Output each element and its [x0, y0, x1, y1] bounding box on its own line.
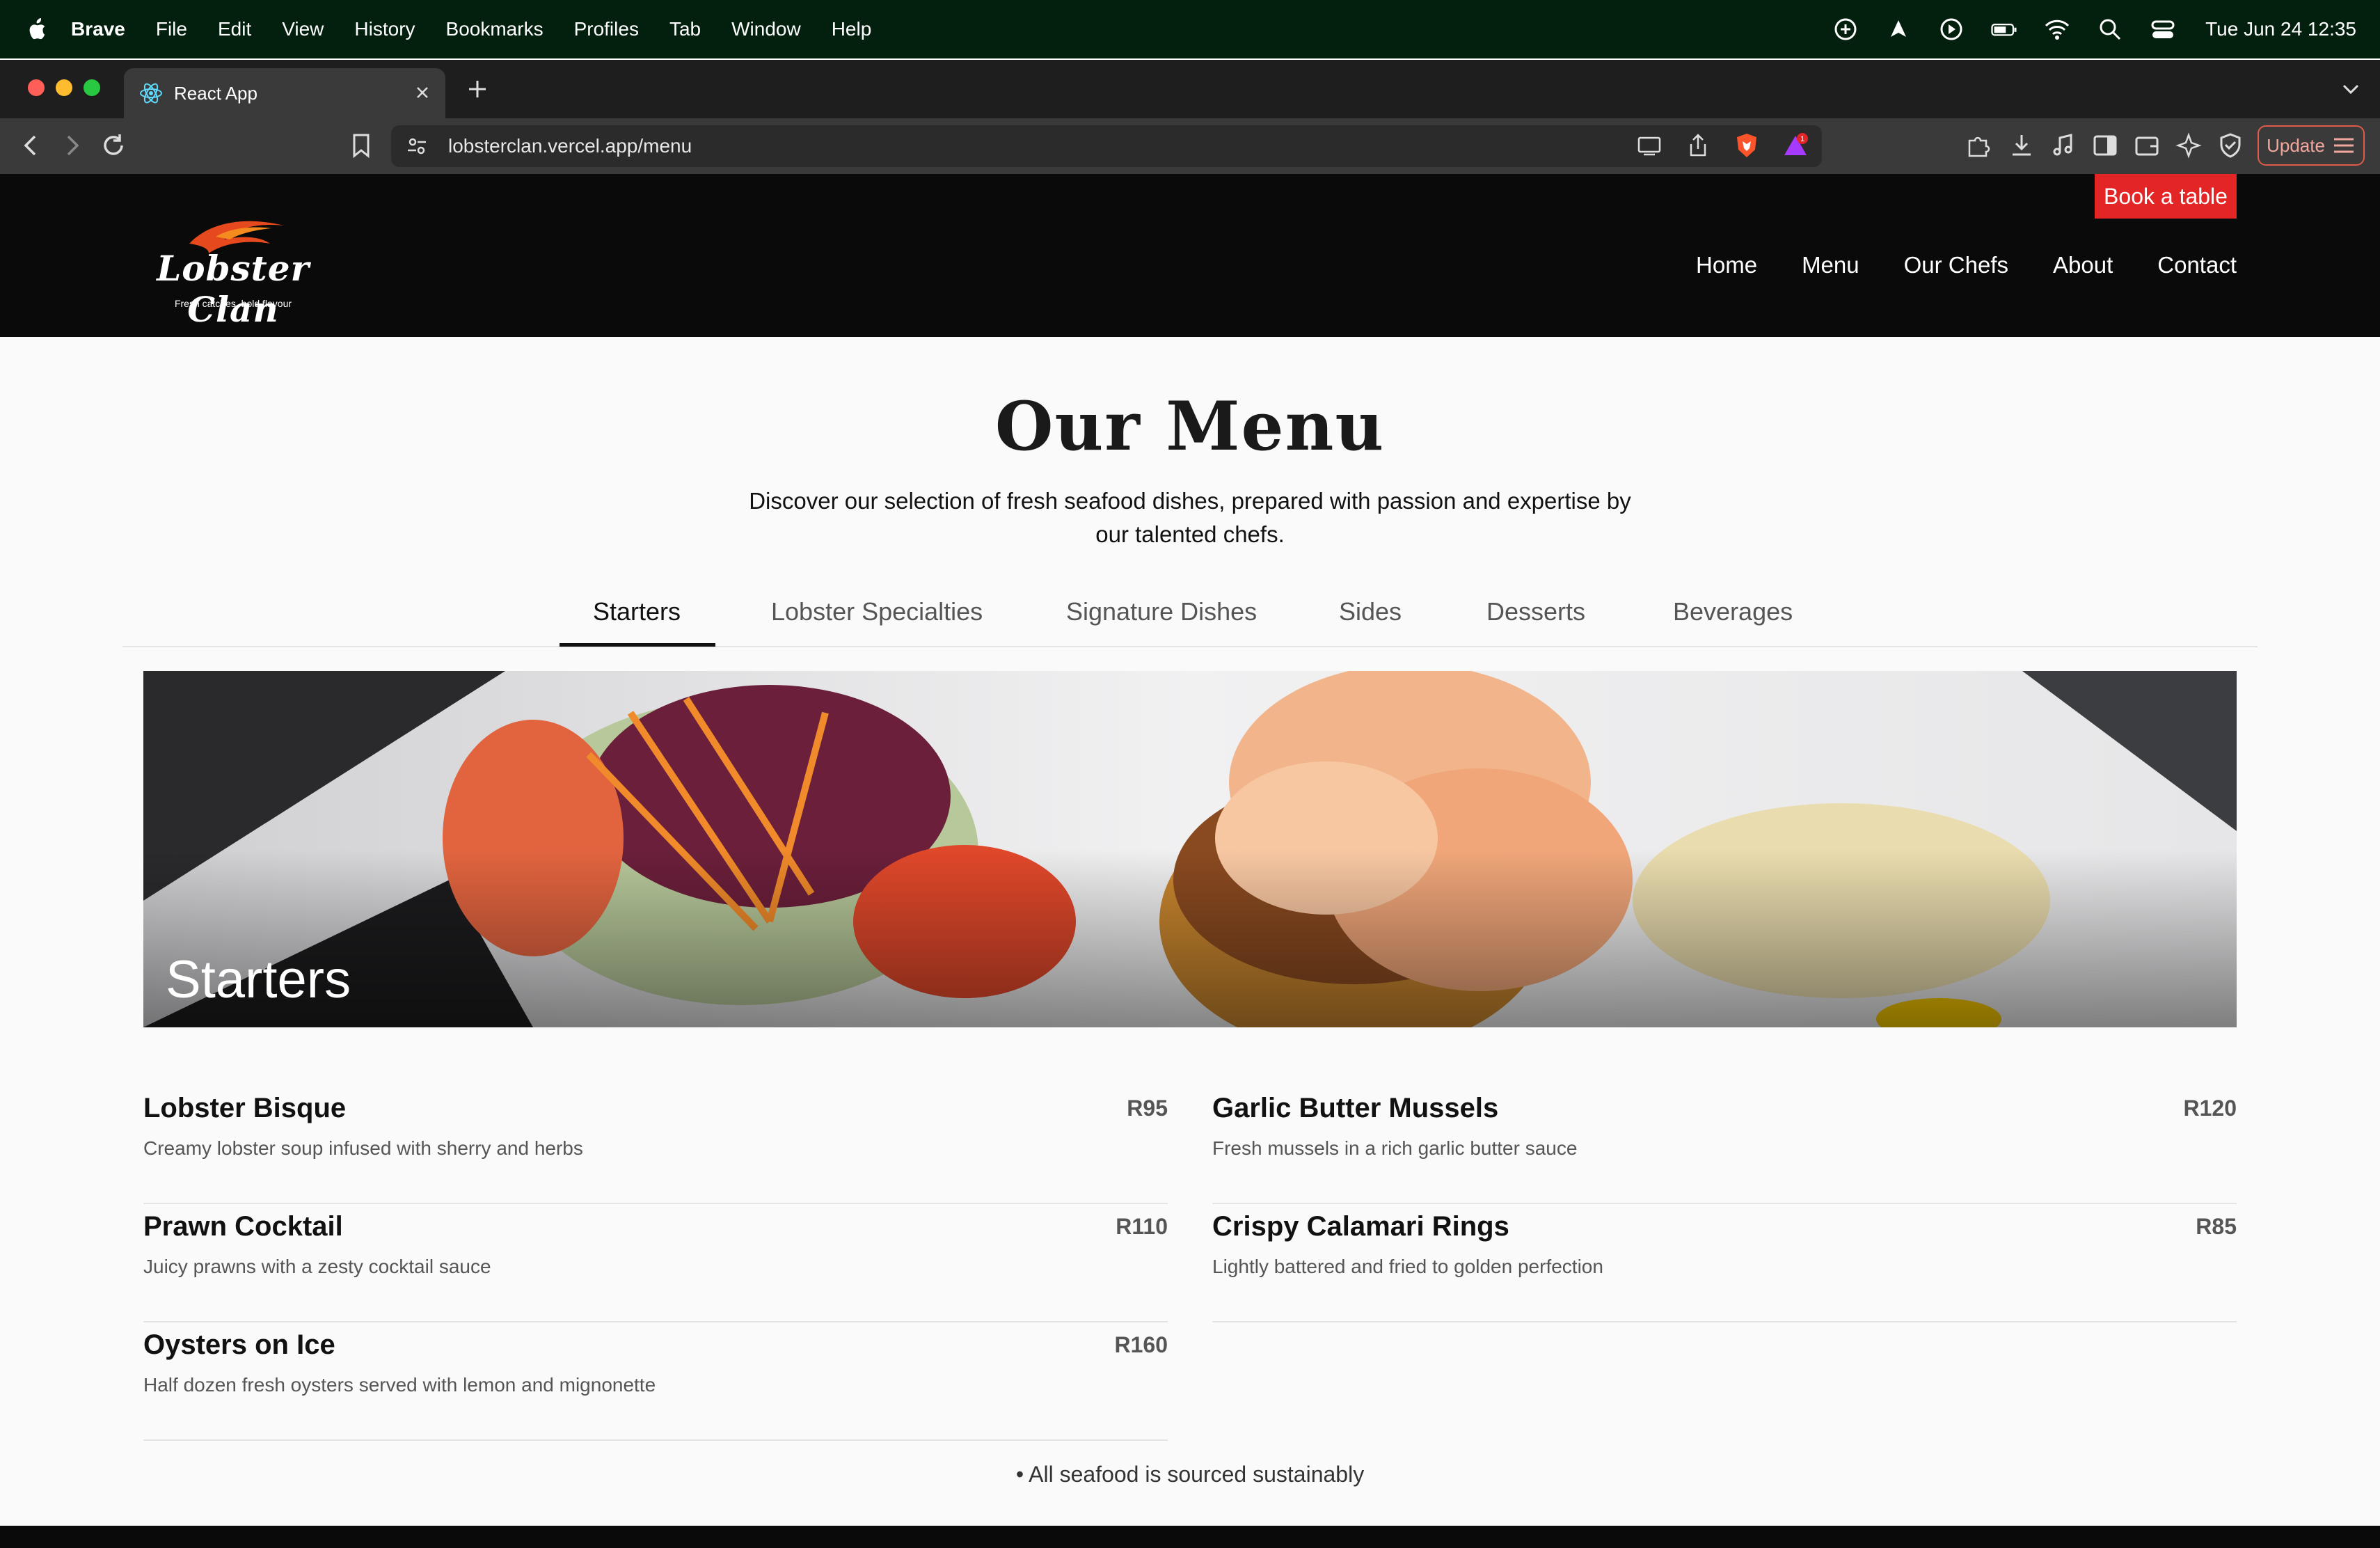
menu-item-price: R120: [2183, 1096, 2237, 1121]
back-arrow-icon[interactable]: [17, 131, 46, 160]
brave-shield-icon[interactable]: [1733, 132, 1761, 159]
bookmark-icon[interactable]: [347, 131, 376, 160]
menu-item-description: Juicy prawns with a zesty cocktail sauce: [143, 1256, 491, 1277]
share-icon[interactable]: [1684, 132, 1712, 159]
sidebar-toggle-icon[interactable]: [2091, 131, 2120, 160]
nav-our-chefs[interactable]: Our Chefs: [1904, 252, 2008, 278]
page-title: Our Menu: [994, 387, 1386, 466]
wifi-icon[interactable]: [2044, 16, 2070, 42]
book-a-table-button[interactable]: Book a table: [2095, 174, 2237, 219]
tab-sides[interactable]: Sides: [1339, 597, 1402, 626]
menu-item[interactable]: Lobster Bisque R95 Creamy lobster soup i…: [143, 1086, 1168, 1204]
active-tab-indicator: [560, 643, 715, 647]
battery-icon[interactable]: [1991, 16, 2017, 42]
main-nav: Home Menu Our Chefs About Contact: [1696, 252, 2237, 278]
new-tab-plus-icon[interactable]: [465, 77, 490, 102]
site-logo[interactable]: Lobster Clan Fresh catches, bold flavour: [139, 216, 327, 330]
menu-tab[interactable]: Tab: [669, 18, 701, 40]
menu-item-name: Oysters on Ice: [143, 1329, 335, 1360]
tab-signature-dishes[interactable]: Signature Dishes: [1066, 597, 1257, 626]
menu-item-name: Crispy Calamari Rings: [1212, 1211, 1509, 1242]
extensions-puzzle-icon[interactable]: [1964, 131, 1993, 160]
tab-close-icon[interactable]: [412, 82, 433, 103]
menubar-clock[interactable]: Tue Jun 24 12:35: [2205, 18, 2356, 40]
tab-list-chevron-icon[interactable]: [2340, 78, 2362, 100]
menu-item-description: Creamy lobster soup infused with sherry …: [143, 1137, 583, 1159]
update-label: Update: [2267, 134, 2325, 156]
menu-category-tabs: Starters Lobster Specialties Signature D…: [122, 590, 2258, 647]
window-close-button[interactable]: [28, 79, 45, 96]
wallet-icon[interactable]: [2132, 131, 2161, 160]
browser-toolbar: lobsterclan.vercel.app/menu 1 Update: [0, 118, 2380, 174]
nav-menu[interactable]: Menu: [1802, 252, 1859, 278]
browser-tab-active[interactable]: React App: [124, 68, 445, 118]
menu-profiles[interactable]: Profiles: [574, 18, 639, 40]
menu-item-price: R110: [1116, 1214, 1168, 1239]
update-button[interactable]: Update: [2258, 125, 2365, 166]
footer-edge: [0, 1526, 2380, 1548]
menu-edit[interactable]: Edit: [218, 18, 251, 40]
menu-brave[interactable]: Brave: [71, 18, 125, 40]
menu-item-price: R160: [1114, 1332, 1168, 1357]
menu-history[interactable]: History: [354, 18, 415, 40]
rewards-badge-count: 1: [1800, 135, 1804, 143]
tab-desserts[interactable]: Desserts: [1486, 597, 1585, 626]
menu-view[interactable]: View: [282, 18, 324, 40]
forward-arrow-icon[interactable]: [57, 131, 86, 160]
reload-icon[interactable]: [99, 131, 128, 160]
nav-contact[interactable]: Contact: [2157, 252, 2237, 278]
play-circle-icon[interactable]: [1938, 16, 1965, 42]
menu-item[interactable]: Prawn Cocktail R110 Juicy prawns with a …: [143, 1204, 1168, 1322]
logo-tagline: Fresh catches, bold flavour: [174, 298, 292, 309]
address-bar[interactable]: lobsterclan.vercel.app/menu 1: [391, 125, 1822, 167]
menu-file[interactable]: File: [156, 18, 187, 40]
window-minimize-button[interactable]: [56, 79, 72, 96]
tab-lobster-specialties[interactable]: Lobster Specialties: [771, 597, 983, 626]
menu-item-description: Fresh mussels in a rich garlic butter sa…: [1212, 1137, 1578, 1159]
browser-tab-strip: React App: [0, 60, 2380, 118]
shrimp-dish-illustration: [143, 671, 2237, 1027]
react-icon: [140, 83, 162, 104]
menu-item-name: Prawn Cocktail: [143, 1211, 343, 1242]
menu-item[interactable]: Crispy Calamari Rings R85 Lightly batter…: [1212, 1204, 2237, 1322]
leo-ai-sparkle-icon[interactable]: [2174, 131, 2203, 160]
menu-intro-text: Discover our selection of fresh seafood …: [749, 488, 1631, 547]
menu-help[interactable]: Help: [832, 18, 872, 40]
game-controller-icon[interactable]: [1832, 16, 1859, 42]
tab-starters[interactable]: Starters: [593, 597, 681, 626]
menu-item[interactable]: Oysters on Ice R160 Half dozen fresh oys…: [143, 1322, 1168, 1441]
sustainability-note: • All seafood is sourced sustainably: [1015, 1462, 1365, 1487]
tab-beverages[interactable]: Beverages: [1673, 597, 1793, 626]
cast-icon[interactable]: [1635, 132, 1663, 159]
media-music-icon[interactable]: [2049, 131, 2078, 160]
menu-item-description: Lightly battered and fried to golden per…: [1212, 1256, 1603, 1277]
control-center-icon[interactable]: [2150, 16, 2176, 42]
status-app-icon[interactable]: [1885, 16, 1912, 42]
menu-item-name: Garlic Butter Mussels: [1212, 1093, 1499, 1123]
logo-text: Lobster Clan: [157, 248, 310, 330]
download-icon[interactable]: [2007, 131, 2036, 160]
nav-home[interactable]: Home: [1696, 252, 1757, 278]
apple-icon[interactable]: [26, 17, 47, 41]
brave-rewards-icon[interactable]: 1: [1782, 132, 1809, 159]
nav-about[interactable]: About: [2053, 252, 2113, 278]
menu-window[interactable]: Window: [731, 18, 801, 40]
macos-menu-bar: Brave File Edit View History Bookmarks P…: [0, 0, 2380, 58]
site-settings-icon[interactable]: [405, 134, 429, 158]
menu-item-name: Lobster Bisque: [143, 1093, 347, 1123]
hamburger-menu-icon: [2333, 138, 2354, 153]
vpn-shield-icon[interactable]: [2216, 131, 2245, 160]
site-header: Lobster Clan Fresh catches, bold flavour…: [0, 174, 2380, 337]
tab-title: React App: [174, 82, 257, 104]
menu-item-description: Half dozen fresh oysters served with lem…: [143, 1374, 656, 1396]
menu-item-price: R95: [1127, 1096, 1168, 1121]
menu-bookmarks[interactable]: Bookmarks: [446, 18, 544, 40]
window-zoom-button[interactable]: [84, 79, 100, 96]
search-icon[interactable]: [2097, 16, 2123, 42]
url-text[interactable]: lobsterclan.vercel.app/menu: [448, 135, 692, 157]
category-hero-image: Starters: [143, 671, 2237, 1027]
menu-item[interactable]: Garlic Butter Mussels R120 Fresh mussels…: [1212, 1086, 2237, 1204]
hero-category-label: Starters: [166, 950, 351, 1009]
menu-item-price: R85: [2196, 1214, 2237, 1239]
